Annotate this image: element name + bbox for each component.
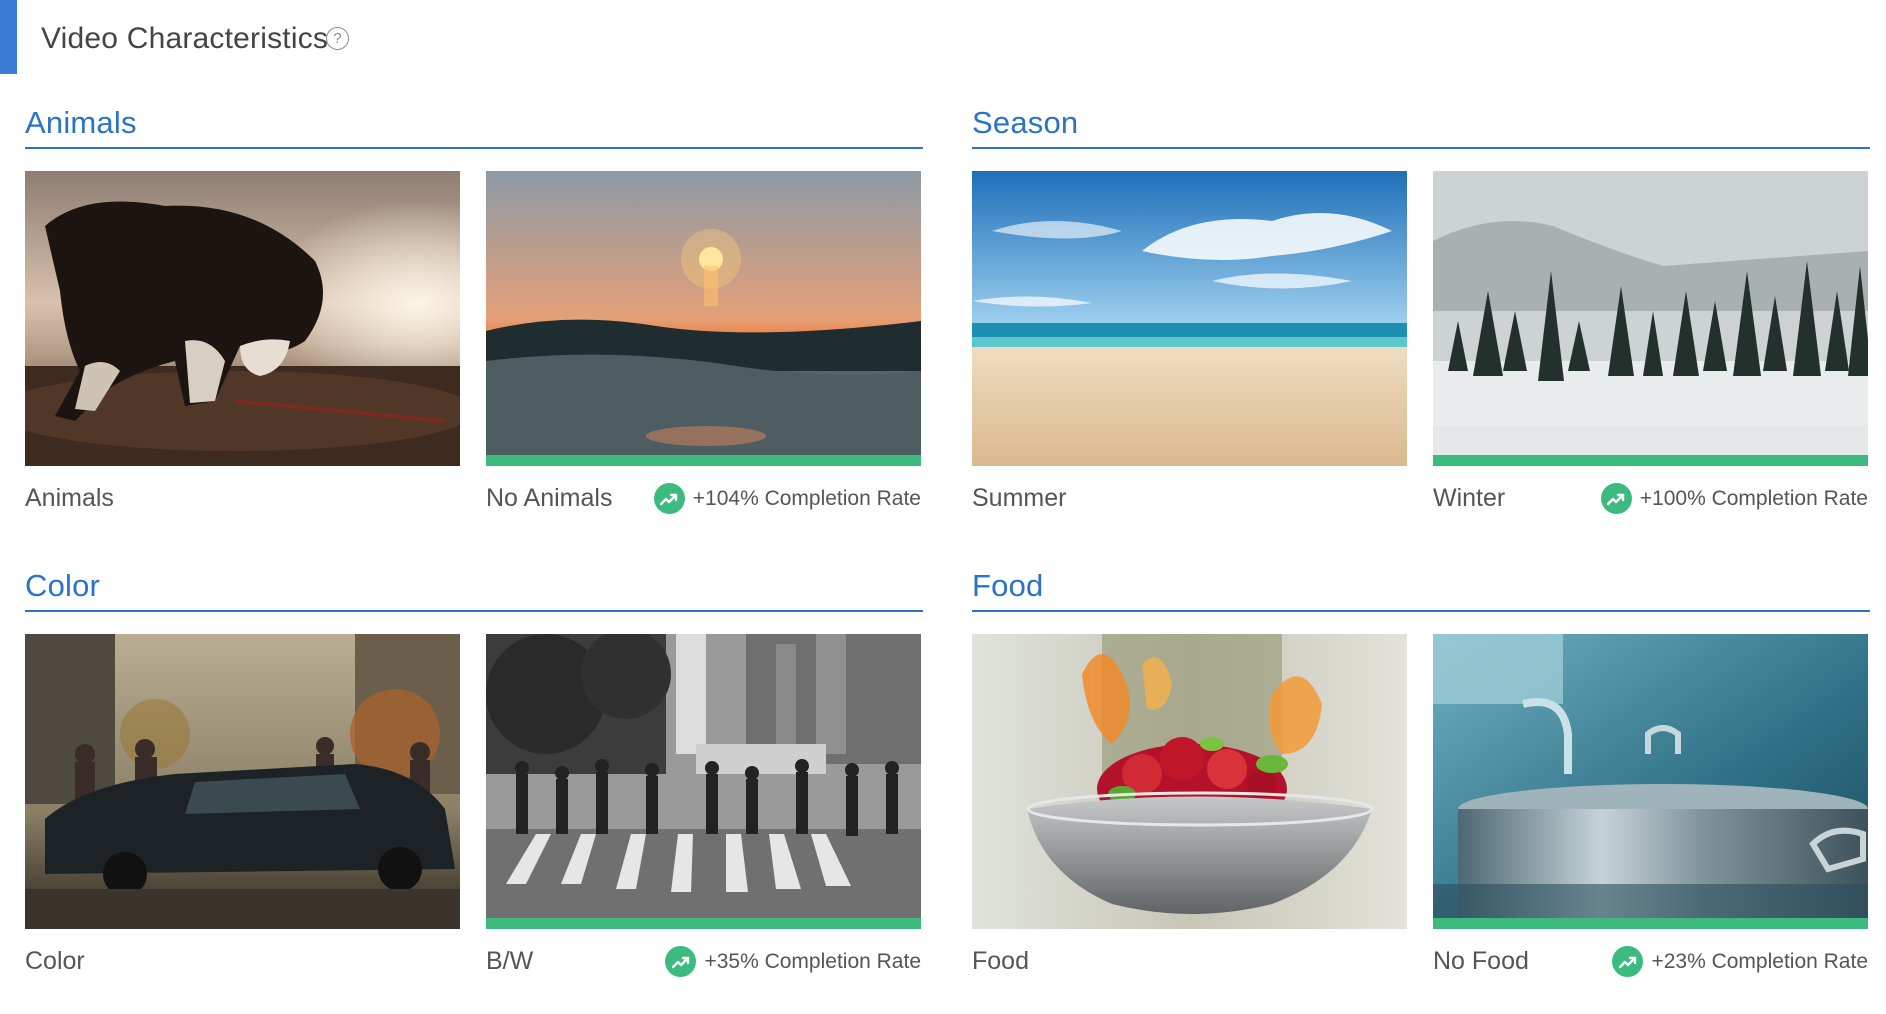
section-title: Season	[972, 105, 1079, 140]
sunset-ocean-image	[486, 171, 921, 466]
help-icon-glyph: ?	[333, 30, 342, 47]
winner-indicator-bar	[486, 918, 921, 929]
variant-label: Color	[25, 947, 85, 975]
help-icon[interactable]: ?	[326, 27, 349, 50]
section-divider	[972, 610, 1870, 612]
section-title: Food	[972, 568, 1044, 603]
variant-label: Winter	[1433, 484, 1506, 512]
section-divider	[25, 610, 923, 612]
lift-text: +23% Completion Rate	[1651, 949, 1868, 973]
winner-indicator-bar	[1433, 918, 1868, 929]
lift-text: +104% Completion Rate	[692, 486, 921, 510]
variant-card-winter[interactable]: Winter +100% Completion Rate	[1433, 171, 1868, 514]
section-divider	[25, 147, 923, 149]
puppy-on-beach-image	[25, 171, 460, 466]
flaming-wok-image	[972, 634, 1407, 929]
winter-forest-image	[1433, 171, 1868, 466]
section-title: Color	[25, 568, 101, 603]
variant-label: B/W	[486, 947, 534, 975]
variant-card-summer[interactable]: Summer	[972, 171, 1407, 512]
video-thumbnail[interactable]	[1433, 171, 1868, 466]
summer-beach-image	[972, 171, 1407, 466]
lift-text: +100% Completion Rate	[1639, 486, 1868, 510]
variant-card-color[interactable]: Color	[25, 634, 460, 975]
trending-up-icon	[653, 483, 685, 514]
video-thumbnail[interactable]	[25, 634, 460, 929]
section-animals: Animals Animals No Animals +104% Complet…	[25, 105, 923, 525]
section-season: Season Summer Winter +100% Completion Ra…	[972, 105, 1870, 525]
section-title: Animals	[25, 105, 137, 140]
variant-card-bw[interactable]: B/W +35% Completion Rate	[486, 634, 921, 977]
section-food: Food Food No Food +23% Completion Rate	[972, 568, 1870, 988]
header-accent-bar	[0, 0, 17, 74]
page-header: Video Characteristics ?	[0, 0, 1886, 74]
variant-label: Food	[972, 947, 1029, 975]
page-title: Video Characteristics	[41, 22, 329, 55]
completion-rate-lift: +35% Completion Rate	[665, 946, 921, 977]
variant-label: Animals	[25, 484, 114, 512]
section-color: Color Color B/W +35% Completion Rate	[25, 568, 923, 988]
winner-indicator-bar	[1433, 455, 1868, 466]
video-thumbnail[interactable]	[972, 171, 1407, 466]
section-divider	[972, 147, 1870, 149]
completion-rate-lift: +104% Completion Rate	[653, 483, 921, 514]
variant-card-animals[interactable]: Animals	[25, 171, 460, 512]
trending-up-icon	[1612, 946, 1644, 977]
variant-card-food[interactable]: Food	[972, 634, 1407, 975]
variant-label: No Food	[1433, 947, 1529, 975]
city-crosswalk-bw-image	[486, 634, 921, 929]
winner-indicator-bar	[486, 455, 921, 466]
video-thumbnail[interactable]	[486, 171, 921, 466]
video-thumbnail[interactable]	[972, 634, 1407, 929]
steel-pot-image	[1433, 634, 1868, 929]
city-street-color-image	[25, 634, 460, 929]
completion-rate-lift: +23% Completion Rate	[1612, 946, 1868, 977]
variant-card-no-animals[interactable]: No Animals +104% Completion Rate	[486, 171, 921, 514]
trending-up-icon	[1600, 483, 1632, 514]
video-thumbnail[interactable]	[486, 634, 921, 929]
variant-card-no-food[interactable]: No Food +23% Completion Rate	[1433, 634, 1868, 977]
video-thumbnail[interactable]	[25, 171, 460, 466]
lift-text: +35% Completion Rate	[704, 949, 921, 973]
completion-rate-lift: +100% Completion Rate	[1600, 483, 1868, 514]
variant-label: No Animals	[486, 484, 613, 512]
video-thumbnail[interactable]	[1433, 634, 1868, 929]
trending-up-icon	[665, 946, 697, 977]
variant-label: Summer	[972, 484, 1067, 512]
